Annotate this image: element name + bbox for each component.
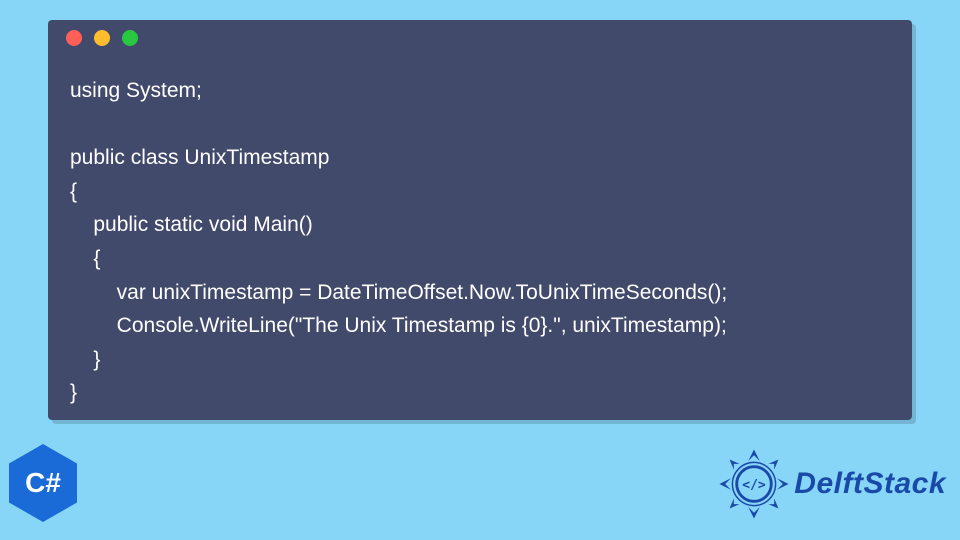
window-titlebar — [48, 20, 912, 56]
brand-name: DelftStack — [794, 467, 946, 501]
code-window: using System; public class UnixTimestamp… — [48, 20, 912, 420]
csharp-label: C# — [25, 467, 61, 499]
csharp-badge: C# — [8, 444, 78, 522]
brand-badge: </> DelftStack — [718, 448, 946, 520]
hexagon-icon: C# — [9, 444, 77, 522]
close-icon[interactable] — [66, 30, 82, 46]
svg-text:</>: </> — [743, 478, 767, 493]
minimize-icon[interactable] — [94, 30, 110, 46]
maximize-icon[interactable] — [122, 30, 138, 46]
brand-logo-icon: </> — [718, 448, 790, 520]
code-content: using System; public class UnixTimestamp… — [48, 56, 912, 432]
